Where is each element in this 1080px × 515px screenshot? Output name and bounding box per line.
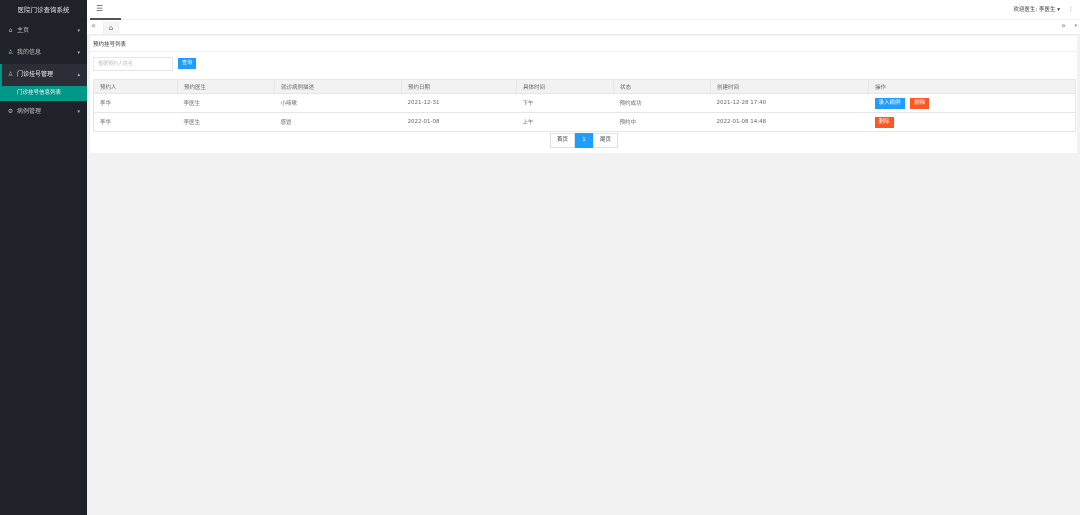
chevron-down-icon: ▾ — [77, 28, 80, 34]
tab-menu-icon[interactable]: ▾ — [1074, 23, 1077, 29]
table-cell: 感冒 — [274, 112, 402, 132]
sidebar-item-label: 门诊挂号管理 — [17, 71, 54, 78]
column-header: 就诊病例描述 — [274, 79, 402, 94]
table-cell: 上午 — [516, 112, 614, 132]
submenu: 门诊挂号信息列表 — [0, 86, 87, 101]
sidebar-item-label: 主页 — [17, 27, 30, 34]
user-icon: ♙ — [7, 49, 14, 56]
sidebar-item-my-info[interactable]: ♙ 我的信息 ▾ — [0, 42, 87, 64]
sidebar-item-cases[interactable]: ⚙ 病例管理 ▾ — [0, 101, 87, 123]
tab-prev-icon[interactable]: « — [91, 21, 96, 30]
page-1-button[interactable]: 1 — [575, 133, 594, 148]
table-row: 李华 李医生 感冒 2022-01-08 上午 预约中 2022-01-08 1… — [93, 112, 1076, 132]
chevron-down-icon: ▾ — [77, 109, 80, 115]
tabs-bar: « ⌂ » ▾ — [87, 20, 1080, 35]
delete-button[interactable]: 删除 — [910, 97, 930, 109]
column-header: 预约医生 — [177, 79, 275, 94]
registration-table: 预约人 预约医生 就诊病例描述 预约日期 具体时间 状态 创建时间 操作 李华 … — [93, 79, 1076, 132]
table-cell: 李华 — [93, 112, 178, 132]
table-cell: 小咳嗽 — [274, 93, 402, 113]
table-cell: 2021-12-28 17:40 — [710, 93, 869, 113]
search-input[interactable] — [93, 57, 173, 71]
pagination: 首页 1 尾页 — [550, 133, 619, 148]
sidebar-item-home[interactable]: ⌂ 主页 ▾ — [0, 20, 87, 42]
first-page-button[interactable]: 首页 — [550, 133, 576, 148]
table-cell-actions: 录入病例 删除 — [868, 93, 1076, 113]
table-cell: 下午 — [516, 93, 614, 113]
chevron-up-icon: ▴ — [77, 72, 80, 78]
gear-icon: ⚙ — [7, 108, 14, 115]
divider — [90, 51, 1077, 52]
page-title: 预约挂号列表 — [93, 42, 127, 48]
table-cell: 预约中 — [613, 112, 711, 132]
sidebar-subitem-registration-list[interactable]: 门诊挂号信息列表 — [0, 86, 87, 101]
table-cell-actions: 删除 — [868, 112, 1076, 132]
more-icon[interactable]: ⋮ — [1068, 0, 1074, 20]
home-icon: ⌂ — [8, 27, 13, 34]
table-row: 李华 李医生 小咳嗽 2021-12-31 下午 预约成功 2021-12-28… — [93, 93, 1076, 113]
table-cell: 李医生 — [177, 93, 275, 113]
column-header: 操作 — [868, 79, 1076, 94]
content-card: 预约挂号列表 查询 预约人 预约医生 就诊病例描述 预约日期 具体时间 状态 创… — [90, 36, 1077, 153]
column-header: 状态 — [613, 79, 711, 94]
table-cell: 2022-01-08 14:48 — [710, 112, 869, 132]
app-title: 医院门诊查询系统 — [0, 0, 87, 20]
sidebar: 医院门诊查询系统 ⌂ 主页 ▾ ♙ 我的信息 ▾ ♙ 门诊挂号管理 ▴ 门诊挂号… — [0, 0, 87, 515]
table-cell: 2021-12-31 — [401, 93, 517, 113]
header: ☰ 欢迎医生: 李医生 ▾ ⋮ — [87, 0, 1080, 20]
column-header: 具体时间 — [516, 79, 614, 94]
sidebar-item-label: 病例管理 — [17, 108, 42, 115]
chevron-down-icon: ▾ — [77, 50, 80, 56]
active-indicator — [0, 64, 2, 86]
table-cell: 李医生 — [177, 112, 275, 132]
table-header-row: 预约人 预约医生 就诊病例描述 预约日期 具体时间 状态 创建时间 操作 — [93, 79, 1076, 94]
menu-icon[interactable]: ☰ — [96, 4, 103, 13]
search-button[interactable]: 查询 — [178, 58, 196, 69]
user-menu[interactable]: 欢迎医生: 李医生 ▾ — [1013, 0, 1060, 20]
sidebar-item-label: 我的信息 — [17, 49, 42, 56]
enter-case-button[interactable]: 录入病例 — [874, 97, 905, 109]
column-header: 预约日期 — [401, 79, 517, 94]
table-cell: 2022-01-08 — [401, 112, 517, 132]
table-cell: 预约成功 — [613, 93, 711, 113]
column-header: 预约人 — [93, 79, 178, 94]
user-icon: ♙ — [7, 71, 14, 78]
delete-button[interactable]: 删除 — [874, 116, 894, 128]
last-page-button[interactable]: 尾页 — [593, 133, 619, 148]
column-header: 创建时间 — [710, 79, 869, 94]
table-cell: 李华 — [93, 93, 178, 113]
sidebar-item-registration[interactable]: ♙ 门诊挂号管理 ▴ — [0, 64, 87, 86]
tab-home-icon[interactable]: ⌂ — [103, 22, 119, 34]
tab-next-icon[interactable]: » — [1061, 21, 1066, 30]
